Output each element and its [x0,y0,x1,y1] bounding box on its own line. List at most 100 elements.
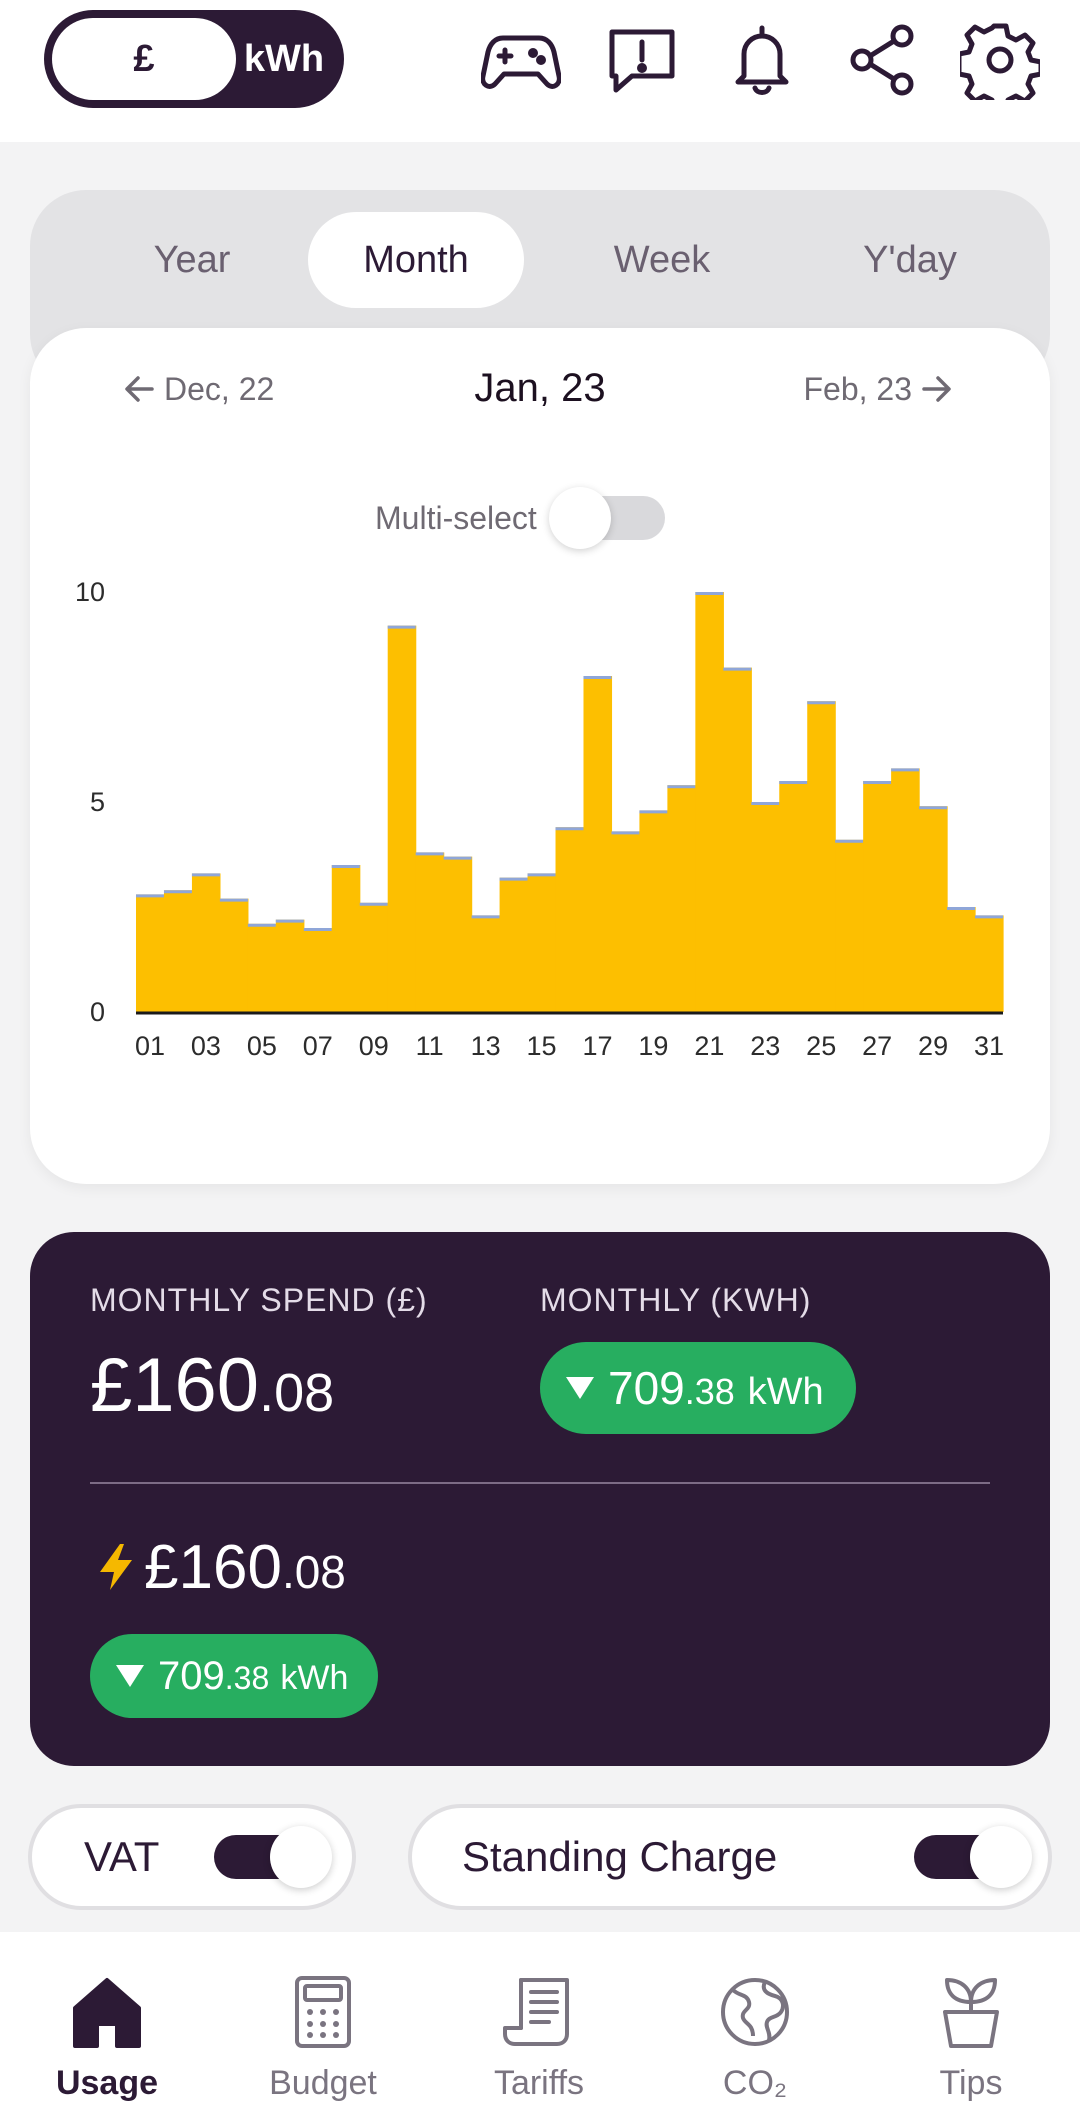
bottom-navigation: Usage Budget Tariffs CO₂ Tips [0,1932,1080,2128]
chart-bar[interactable] [835,839,864,1012]
nav-tips-label: Tips [939,2064,1003,2102]
chart-bar[interactable] [219,898,249,1012]
electric-spend-main: £160 [144,1533,282,1602]
nav-budget[interactable]: Budget [223,1972,423,2103]
chart-bar[interactable] [471,915,501,1012]
chart-bar[interactable] [247,923,277,1012]
x-tick-label: 15 [527,1031,557,1061]
vat-toggle[interactable] [214,1826,332,1888]
chart-bar[interactable] [779,781,808,1012]
x-tick-label: 01 [135,1031,165,1061]
chart-bar[interactable] [807,701,836,1012]
x-tick-label: 03 [191,1031,221,1061]
share-icon[interactable] [837,20,927,100]
x-tick-label: 27 [862,1031,892,1061]
standing-charge-option: Standing Charge [408,1804,1052,1910]
home-icon [73,1978,141,2048]
chart-bar[interactable] [975,915,1004,1012]
nav-tariffs-label: Tariffs [493,2064,585,2102]
monthly-spend-main: £160 [90,1343,260,1428]
unit-toggle[interactable]: £ kWh [44,10,344,108]
x-tick-label: 05 [247,1031,277,1061]
top-header: £ kWh [0,0,1080,142]
x-tick-label: 25 [806,1031,836,1061]
x-tick-label: 19 [638,1031,668,1061]
tab-yesterday[interactable]: Y'day [810,212,1010,308]
chart-bar[interactable] [723,667,752,1012]
down-triangle-icon [116,1665,144,1687]
down-triangle-icon [566,1377,594,1399]
x-tick-label: 21 [694,1031,724,1061]
x-tick-label: 13 [471,1031,501,1061]
chart-bar[interactable] [275,919,305,1012]
nav-co2-label: CO₂ [722,2064,788,2102]
monthly-kwh-badge: 709.38 kWh [540,1342,856,1434]
tab-year[interactable]: Year [92,212,292,308]
chart-bar[interactable] [583,676,613,1012]
chart-bar[interactable] [695,592,724,1012]
monthly-spend-value: £160.08 [90,1342,334,1429]
summary-divider [90,1482,990,1484]
vat-label: VAT [84,1833,160,1880]
x-tick-label: 31 [974,1031,1004,1061]
bell-icon[interactable] [717,20,807,100]
nav-co2[interactable]: CO₂ [655,1972,855,2103]
usage-chart-card: Dec, 22 Jan, 23 Feb, 23 Multi-select 051… [30,328,1050,1184]
chart-bar[interactable] [331,865,361,1012]
globe-icon [721,1978,789,2046]
feedback-icon[interactable] [597,20,687,100]
chart-bar[interactable] [163,890,193,1012]
monthly-kwh-main: 709 [608,1362,685,1414]
monthly-kwh-decimal: .38 [684,1371,735,1412]
vat-option: VAT [28,1804,356,1910]
chart-bar[interactable] [919,806,948,1012]
chart-bar[interactable] [499,877,529,1012]
x-tick-label: 09 [359,1031,389,1061]
chart-bar[interactable] [555,827,585,1012]
y-tick-label: 0 [90,997,105,1027]
nav-usage[interactable]: Usage [7,1972,207,2103]
chart-bar[interactable] [359,902,389,1012]
electric-kwh-decimal: .38 [224,1659,270,1696]
y-tick-label: 5 [90,787,105,817]
monthly-kwh-unit: kWh [747,1371,824,1413]
chart-bar[interactable] [891,768,920,1012]
nav-tips[interactable]: Tips [871,1972,1071,2103]
chart-bar[interactable] [303,928,333,1012]
electric-kwh-main: 709 [158,1653,225,1698]
chart-bar[interactable] [639,810,668,1012]
x-tick-label: 29 [918,1031,948,1061]
chart-bar[interactable] [667,785,696,1012]
chart-bar[interactable] [611,831,641,1012]
chart-bar[interactable] [527,873,557,1012]
nav-usage-label: Usage [55,2064,159,2102]
gear-icon[interactable] [955,20,1045,100]
unit-option-kwh[interactable]: kWh [230,18,338,100]
gamepad-icon[interactable] [476,20,566,100]
chart-bar[interactable] [863,781,892,1012]
toggle-knob [970,1826,1032,1888]
tab-month[interactable]: Month [308,212,524,308]
chart-bar[interactable] [443,856,473,1012]
tab-week[interactable]: Week [562,212,762,308]
calculator-icon [295,1976,351,2048]
chart-bar[interactable] [387,625,417,1012]
summary-card: MONTHLY SPEND (£) MONTHLY (KWH) £160.08 … [30,1232,1050,1766]
unit-option-pound[interactable]: £ [52,18,236,100]
chart-bar[interactable] [136,894,165,1012]
standing-charge-label: Standing Charge [462,1833,778,1880]
x-tick-label: 07 [303,1031,333,1061]
chart-bar[interactable] [947,907,976,1012]
monthly-spend-label: MONTHLY SPEND (£) [90,1282,428,1318]
chart-bar[interactable] [191,873,221,1012]
standing-charge-toggle[interactable] [914,1826,1032,1888]
chart-bar[interactable] [415,852,445,1012]
nav-tariffs[interactable]: Tariffs [439,1972,639,2103]
electric-spend-value: £160.08 [144,1532,346,1603]
electric-spend-decimal: .08 [281,1546,346,1598]
chart-bar[interactable] [751,802,780,1012]
x-tick-label: 11 [416,1031,444,1061]
electric-kwh-unit: kWh [280,1658,349,1697]
x-tick-label: 17 [582,1031,612,1061]
monthly-spend-decimal: .08 [259,1363,335,1423]
